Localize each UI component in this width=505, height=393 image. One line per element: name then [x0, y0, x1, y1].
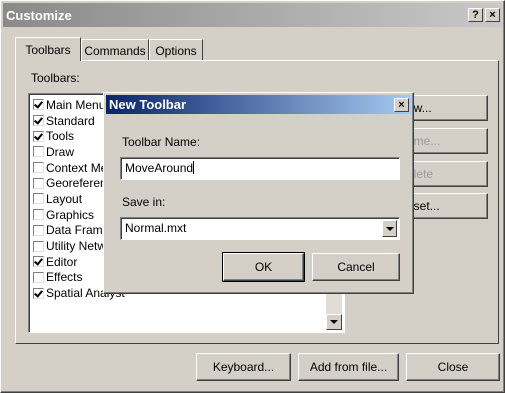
close-dialog-button[interactable]: Close [406, 353, 500, 381]
checkbox[interactable] [33, 177, 44, 189]
checkbox[interactable] [33, 146, 44, 158]
toolbar-list-item-label: Context Me [46, 160, 108, 175]
customize-title: Customize [6, 7, 72, 23]
checkbox[interactable] [33, 256, 44, 268]
tab-toolbars[interactable]: Toolbars [15, 37, 81, 61]
toolbar-name-input[interactable]: MoveAround [120, 157, 400, 180]
tab-options[interactable]: Options [149, 39, 203, 61]
save-in-dropdown-button[interactable] [382, 220, 397, 237]
scroll-down-button[interactable] [326, 314, 342, 330]
ok-button[interactable]: OK [222, 252, 305, 282]
toolbar-list-item-label: Utility Netw [46, 239, 107, 254]
add-from-file-button-label: Add from file... [309, 360, 388, 374]
close-icon: × [489, 9, 496, 21]
toolbar-list-item-label: Draw [46, 144, 75, 159]
checkbox[interactable] [33, 224, 44, 236]
toolbar-list-item-label: Tools [46, 129, 75, 144]
checkbox[interactable] [33, 287, 44, 299]
save-in-select[interactable]: Normal.mxt [120, 217, 400, 240]
close-icon: × [398, 98, 405, 111]
checkbox[interactable] [33, 240, 44, 252]
checkbox[interactable] [33, 130, 44, 142]
tab-commands[interactable]: Commands [81, 39, 149, 61]
text-caret [193, 161, 195, 174]
checkbox[interactable] [33, 271, 44, 283]
help-icon: ? [472, 9, 479, 21]
ok-button-label: OK [254, 260, 273, 274]
chevron-down-icon [385, 226, 394, 231]
toolbar-list-item-label: Editor [46, 254, 78, 269]
checkbox[interactable] [33, 193, 44, 205]
checkbox[interactable] [33, 209, 44, 221]
tab-toolbars-label: Toolbars [25, 42, 71, 57]
tab-options-label: Options [155, 43, 197, 58]
tab-commands-label: Commands [84, 43, 146, 58]
checkbox[interactable] [33, 162, 44, 174]
new-toolbar-title: New Toolbar [109, 97, 187, 112]
customize-titlebar[interactable]: Customize ? × [3, 3, 502, 27]
close-button[interactable]: × [485, 8, 500, 22]
new-toolbar-dialog: New Toolbar × Toolbar Name: MoveAround S… [103, 92, 414, 294]
help-button[interactable]: ? [468, 8, 483, 22]
toolbar-name-value: MoveAround [125, 161, 194, 175]
cancel-button[interactable]: Cancel [312, 253, 400, 281]
toolbar-name-label: Toolbar Name: [122, 135, 201, 149]
toolbar-list-item-label: Data Frame [46, 223, 110, 238]
add-from-file-button[interactable]: Add from file... [298, 353, 399, 381]
save-in-label: Save in: [122, 195, 166, 209]
close-dialog-button-label: Close [437, 360, 469, 374]
toolbar-list-item-label: Graphics [46, 207, 95, 222]
new-toolbar-close-button[interactable]: × [394, 97, 409, 112]
toolbar-list-item-label: Main Menu [46, 97, 106, 112]
new-toolbar-titlebar[interactable]: New Toolbar × [106, 95, 411, 114]
keyboard-button-label: Keyboard... [212, 360, 275, 374]
checkbox[interactable] [33, 115, 44, 127]
toolbar-list-item-label: Effects [46, 270, 83, 285]
keyboard-button[interactable]: Keyboard... [196, 353, 291, 381]
save-in-value: Normal.mxt [125, 221, 187, 235]
checkbox[interactable] [33, 99, 44, 111]
toolbar-list-item-label: Georeferen [46, 176, 107, 191]
chevron-down-icon [330, 320, 338, 324]
cancel-button-label: Cancel [337, 260, 375, 274]
toolbars-label: Toolbars: [31, 71, 80, 85]
toolbar-list-item-label: Layout [46, 191, 83, 206]
toolbar-list-item-label: Standard [46, 113, 95, 128]
